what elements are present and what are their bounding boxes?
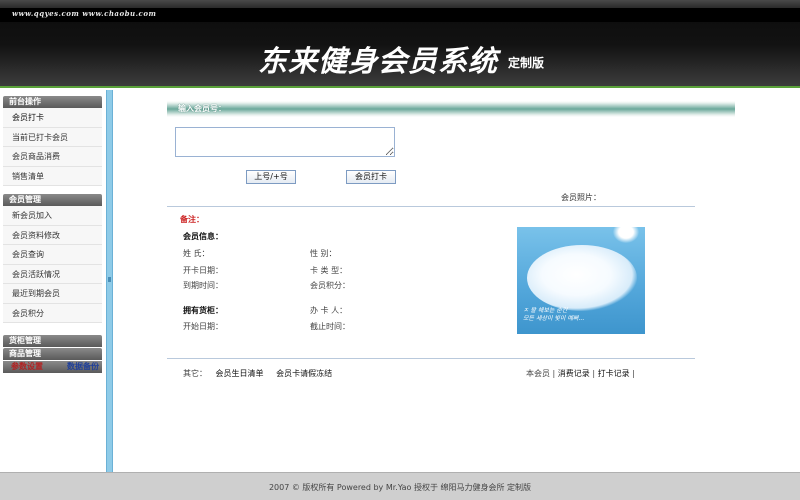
sidebar: 前台操作 会员打卡 当前已打卡会员 会员商品消费 销售清单 会员管理 新会员加入… bbox=[0, 90, 106, 472]
open-date-label: 开卡日期： bbox=[183, 266, 223, 275]
sidebar-item-goods-consume[interactable]: 会员商品消费 bbox=[3, 147, 102, 167]
footer-text: 2007 © 版权所有 Powered by Mr.Yao 授权于 绵阳马力健身… bbox=[268, 483, 532, 492]
site-urls: www.qqyes.com www.chaobu.com bbox=[12, 9, 157, 18]
sidebar-item-new-member[interactable]: 新会员加入 bbox=[3, 206, 102, 226]
app-title: 东来健身会员系统 bbox=[258, 44, 499, 78]
sidebar-settings-row: 参数设置 数据备份 bbox=[3, 361, 102, 373]
other-links: 其它： 会员生日清单 会员卡请假冻结 bbox=[183, 368, 332, 379]
surname-label: 姓 氏： bbox=[183, 249, 210, 258]
handler-label: 办 卡 人： bbox=[310, 306, 348, 315]
record-links: 本会员 | 消费记录 | 打卡记录 | bbox=[526, 368, 635, 379]
gender-label: 性 别： bbox=[310, 249, 337, 258]
sidebar-item-edit-member[interactable]: 会员资料修改 bbox=[3, 225, 102, 245]
sidebar-item-checkin[interactable]: 会员打卡 bbox=[3, 108, 102, 128]
sidebar-item-member-activity[interactable]: 会员活跃情况 bbox=[3, 264, 102, 284]
sidebar-item-member-search[interactable]: 会员查询 bbox=[3, 245, 102, 265]
collapse-arrow-icon[interactable] bbox=[108, 277, 111, 282]
member-number-input[interactable] bbox=[175, 127, 395, 157]
start-date-label: 开始日期： bbox=[183, 322, 223, 331]
consume-record-link[interactable]: 消费记录 bbox=[558, 369, 590, 378]
header-banner: www.qqyes.com www.chaobu.com 东来健身会员系统 定制… bbox=[0, 0, 800, 88]
separator2: | bbox=[632, 369, 635, 378]
backup-link[interactable]: 数据备份 bbox=[67, 361, 99, 373]
heart-cloud-icon bbox=[527, 245, 637, 311]
birthday-link[interactable]: 会员生日清单 bbox=[216, 369, 264, 378]
other-label: 其它： bbox=[183, 369, 207, 378]
sidebar-splitter[interactable] bbox=[106, 90, 113, 472]
card-type-label: 卡 类 型： bbox=[310, 266, 348, 275]
sidebar-item-expiring[interactable]: 最近到期会员 bbox=[3, 284, 102, 304]
photo-label: 会员照片： bbox=[561, 193, 601, 202]
sidebar-section-cabinet[interactable]: 货柜管理 bbox=[3, 335, 102, 347]
member-info-heading: 会员信息： bbox=[183, 232, 223, 241]
expire-date-label: 到期时间： bbox=[183, 281, 223, 290]
member-photo: ㅈ 왈 해보는 순간 모든 세상이 빛이 예뻐... bbox=[517, 227, 645, 334]
separator: | bbox=[592, 369, 596, 378]
member-input-label: 输入会员号： bbox=[178, 104, 226, 113]
sidebar-item-points[interactable]: 会员积分 bbox=[3, 303, 102, 323]
cabinet-heading: 拥有货柜： bbox=[183, 306, 223, 315]
this-member-label: 本会员 | bbox=[526, 369, 556, 378]
checkin-button[interactable]: 会员打卡 bbox=[346, 170, 396, 184]
sidebar-item-sales-list[interactable]: 销售清单 bbox=[3, 166, 102, 186]
remark-label: 备注： bbox=[180, 215, 204, 224]
points-label: 会员积分： bbox=[310, 281, 350, 290]
app-edition: 定制版 bbox=[508, 56, 545, 70]
end-time-label: 截止时间： bbox=[310, 322, 350, 331]
divider-line-bottom bbox=[167, 358, 695, 359]
number-button[interactable]: 上号/+号 bbox=[246, 170, 296, 184]
freeze-link[interactable]: 会员卡请假冻结 bbox=[276, 369, 332, 378]
member-input-bar: 输入会员号： bbox=[167, 101, 735, 117]
sidebar-item-checked-in[interactable]: 当前已打卡会员 bbox=[3, 127, 102, 147]
photo-caption-line1: ㅈ 왈 해보는 순간 bbox=[523, 307, 568, 314]
sidebar-section-member[interactable]: 会员管理 bbox=[3, 194, 102, 206]
checkin-record-link[interactable]: 打卡记录 bbox=[598, 369, 630, 378]
sidebar-section-front[interactable]: 前台操作 bbox=[3, 96, 102, 108]
main-panel: 输入会员号： 上号/+号 会员打卡 会员照片： 备注： 会员信息： 姓 氏： 性… bbox=[113, 90, 800, 472]
photo-caption-line2: 모든 세상이 빛이 예뻐... bbox=[523, 315, 585, 322]
footer: 2007 © 版权所有 Powered by Mr.Yao 授权于 绵阳马力健身… bbox=[0, 472, 800, 500]
sidebar-section-goods[interactable]: 商品管理 bbox=[3, 348, 102, 360]
photo-caption: ㅈ 왈 해보는 순간 모든 세상이 빛이 예뻐... bbox=[523, 307, 584, 323]
params-link[interactable]: 参数设置 bbox=[11, 361, 43, 373]
small-cloud-icon bbox=[613, 227, 639, 243]
divider-line bbox=[167, 206, 695, 207]
